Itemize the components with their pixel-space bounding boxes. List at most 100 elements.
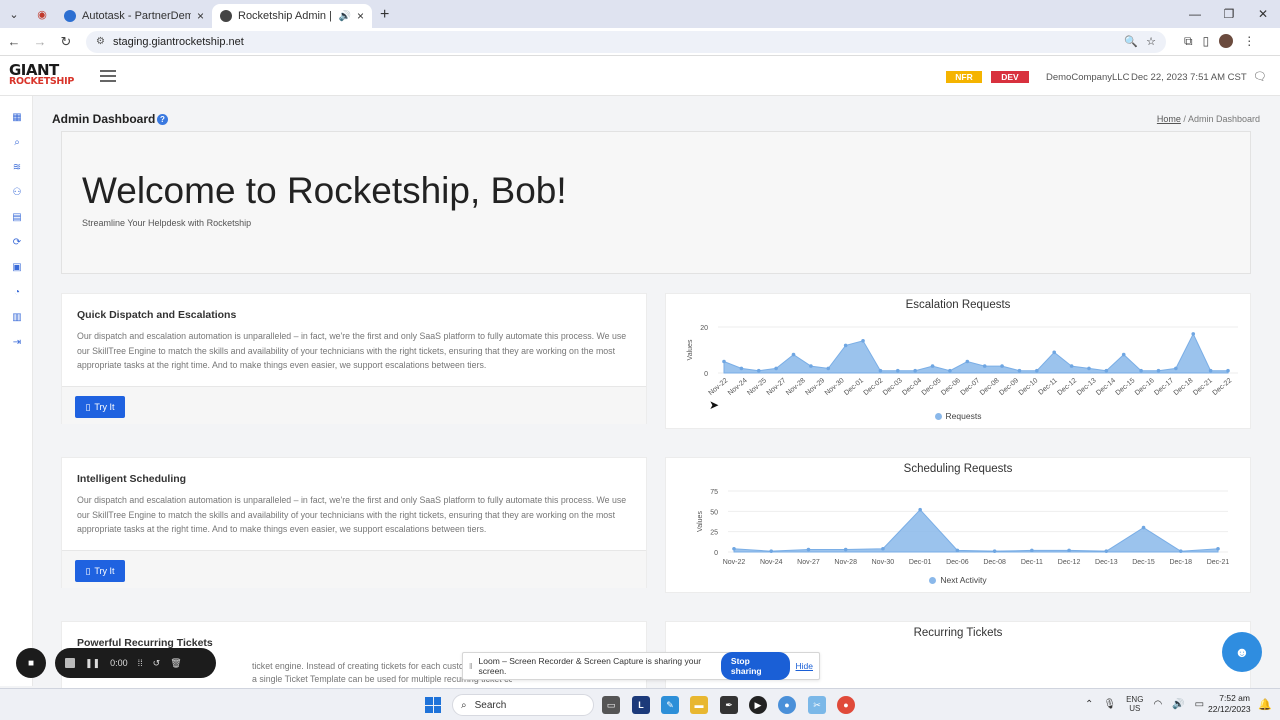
restore-icon[interactable]: ❐	[1212, 0, 1246, 28]
stop-sharing-button[interactable]: Stop sharing	[720, 652, 790, 680]
close-window-icon[interactable]: ✕	[1246, 0, 1280, 28]
snipping-icon[interactable]: ✂	[808, 696, 826, 714]
giant-rocketship-logo[interactable]: GIANT ROCKETSHIP	[9, 63, 75, 88]
data-point	[756, 368, 761, 373]
media-player-icon[interactable]: ▶	[749, 696, 767, 714]
sidebar: ▦ ⌕ ≋ ⚇ ▤ ⟳ ▣ ◔ ▥ ⇥	[0, 96, 33, 686]
data-point	[992, 549, 997, 553]
data-point	[982, 364, 987, 368]
battery-icon[interactable]: ▭	[1195, 699, 1204, 710]
notification-icon[interactable]: 🔔	[1258, 698, 1272, 711]
tab-rocketship[interactable]: Rocketship Admin | Admin 🔊 ×	[212, 4, 372, 28]
audio-icon[interactable]: 🔊	[339, 11, 351, 22]
wifi-icon[interactable]: ◠	[1153, 699, 1162, 710]
sidebar-dashboard-icon[interactable]: ▦	[10, 111, 24, 125]
x-tick-label: Nov-25	[746, 377, 768, 397]
data-point	[1000, 364, 1004, 368]
windows-start-icon[interactable]	[425, 697, 441, 713]
mouse-cursor-icon: ➤	[709, 398, 720, 412]
breadcrumb-home-link[interactable]: Home	[1157, 114, 1181, 124]
data-point	[769, 549, 774, 553]
back-icon[interactable]: ←	[2, 30, 26, 54]
x-tick-label: Nov-24	[727, 377, 749, 397]
chrome-menu-icon[interactable]: ⋮	[1243, 34, 1255, 49]
tray-chevron-icon[interactable]: ⌃	[1085, 699, 1093, 710]
sidebar-recurring-icon[interactable]: ⟳	[10, 236, 24, 250]
record-indicator-icon: ◉	[37, 8, 47, 21]
close-tab-icon[interactable]: ×	[197, 9, 204, 23]
chart-legend[interactable]: Requests	[666, 411, 1250, 421]
taskbar-clock[interactable]: 7:52 am 22/12/2023	[1208, 693, 1251, 715]
file-explorer-icon[interactable]: ▬	[690, 696, 708, 714]
data-point	[732, 546, 736, 551]
welcome-heading: Welcome to Rocketship, Bob!	[82, 170, 567, 211]
help-icon[interactable]: ?	[157, 114, 168, 125]
sidebar-search-icon[interactable]: ⌕	[10, 136, 24, 150]
profile-avatar[interactable]	[1219, 34, 1234, 48]
bookmark-star-icon[interactable]: ☆	[1146, 35, 1156, 48]
loom-grid-icon[interactable]: ⁞⁞	[138, 658, 143, 668]
loom-delete-icon[interactable]: 🗑	[170, 658, 181, 669]
microphone-icon[interactable]: 🎙	[1103, 699, 1116, 710]
sidebar-team-icon[interactable]: ⚇	[10, 186, 24, 200]
sidebar-logout-icon[interactable]: ⇥	[10, 336, 24, 350]
url-field[interactable]: ⚙ staging.giantrocketship.net 🔍 ☆	[86, 30, 1166, 53]
x-tick-label: Dec-03	[882, 377, 904, 397]
taskbar-search[interactable]: ⌕ Search	[452, 694, 594, 716]
close-tab-icon[interactable]: ×	[357, 9, 364, 23]
forward-icon[interactable]: →	[28, 30, 52, 54]
site-info-icon[interactable]: ⚙	[96, 36, 105, 47]
sidebar-report-icon[interactable]: ▥	[10, 311, 24, 325]
reload-icon[interactable]: ↻	[54, 30, 78, 54]
loom-stop-icon[interactable]	[65, 658, 75, 668]
y-tick-label: 20	[700, 325, 708, 332]
data-point	[881, 546, 885, 551]
nfr-badge: NFR	[946, 71, 982, 83]
sidebar-user-icon[interactable]: ◔	[10, 286, 24, 300]
feedback-icon[interactable]: 🗨	[1253, 70, 1267, 83]
extensions-icon[interactable]: ⧉	[1184, 34, 1193, 49]
loom-pause-icon[interactable]: ❚❚	[85, 658, 100, 669]
card-title: Quick Dispatch and Escalations	[77, 309, 237, 321]
document-icon: ▯	[85, 401, 91, 412]
system-tray: ⌃ 🎙 ENG US ◠ 🔊 ▭	[1085, 695, 1204, 713]
try-it-button[interactable]: ▯ Try It	[75, 560, 125, 582]
loom-timer: 0:00	[110, 658, 128, 668]
language-indicator[interactable]: ENG US	[1126, 695, 1143, 713]
x-tick-label: Dec-15	[1115, 377, 1137, 397]
x-tick-label: Nov-28	[785, 377, 807, 397]
zoom-icon[interactable]: 🔍	[1124, 35, 1138, 48]
x-tick-label: Dec-02	[863, 377, 885, 397]
browser-tab-bar: ⌄ ◉ Autotask - PartnerDemo12.04.2 × Rock…	[0, 0, 1280, 28]
app-l-icon[interactable]: L	[632, 696, 650, 714]
company-name: DemoCompanyLLC	[1046, 72, 1130, 83]
tab-search-icon[interactable]: ⌄	[0, 0, 28, 28]
welcome-subtitle: Streamline Your Helpdesk with Rocketship	[82, 218, 252, 228]
sidebar-document-icon[interactable]: ▣	[10, 261, 24, 275]
welcome-banner: Welcome to Rocketship, Bob! Streamline Y…	[61, 131, 1251, 274]
menu-toggle-icon[interactable]	[100, 70, 116, 82]
chrome-icon[interactable]: ●	[837, 696, 855, 714]
hide-link[interactable]: Hide	[796, 661, 813, 671]
task-view-icon[interactable]: ▭	[602, 696, 620, 714]
app-pen-icon[interactable]: ✎	[661, 696, 679, 714]
sidebar-layers-icon[interactable]: ≋	[10, 161, 24, 175]
new-tab-button[interactable]: +	[372, 2, 397, 28]
tab-autotask[interactable]: Autotask - PartnerDemo12.04.2 ×	[56, 4, 212, 28]
chrome-profile-icon[interactable]: ●	[778, 696, 796, 714]
minimize-icon[interactable]: —	[1178, 0, 1212, 28]
chatbot-button[interactable]: ☻	[1222, 632, 1262, 672]
loom-restart-icon[interactable]: ↺	[153, 658, 161, 669]
terminal-icon[interactable]: ✒	[720, 696, 738, 714]
sidebar-calendar-icon[interactable]: ▤	[10, 211, 24, 225]
volume-icon[interactable]: 🔊	[1172, 699, 1184, 710]
loom-camera-button[interactable]: ■	[16, 648, 46, 678]
drag-handle-icon[interactable]: ‖	[469, 661, 473, 671]
data-point	[1052, 350, 1057, 355]
side-panel-icon[interactable]: ▯	[1203, 34, 1210, 49]
series-area	[723, 332, 1229, 374]
try-it-button[interactable]: ▯ Try It	[75, 396, 125, 418]
chart-legend[interactable]: Next Activity	[666, 575, 1250, 585]
legend-dot	[929, 577, 937, 585]
x-tick-label: Dec-11	[1021, 559, 1043, 566]
